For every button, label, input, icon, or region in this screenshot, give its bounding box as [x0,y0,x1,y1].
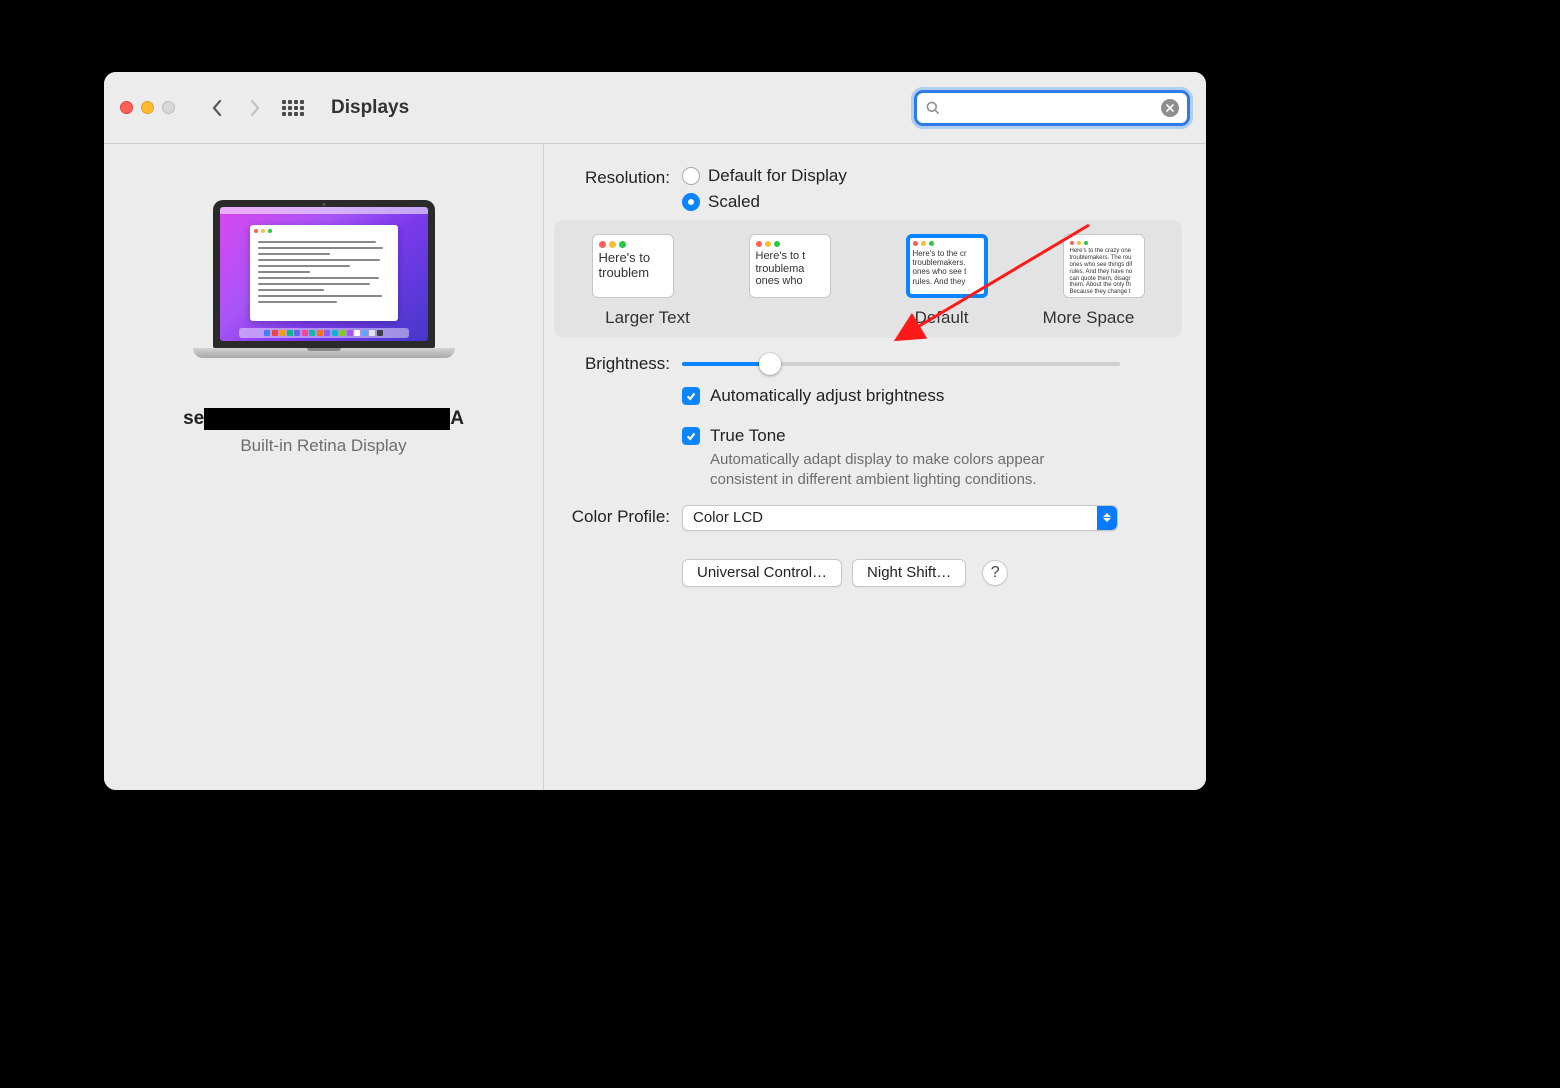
zoom-window-button[interactable] [162,101,175,114]
night-shift-button[interactable]: Night Shift… [852,559,966,587]
laptop-preview-image [193,200,455,372]
scale-option-larger-text[interactable]: Here's to troublem [592,234,674,298]
display-preview-sidebar: seA Built-in Retina Display [104,144,544,790]
brightness-slider[interactable] [682,362,1120,366]
checkbox-label: True Tone [710,426,1110,446]
grid-icon [282,100,304,116]
clear-search-button[interactable] [1161,99,1179,117]
scale-option-medium[interactable]: Here's to t troublema ones who [749,234,831,298]
resolution-default-radio[interactable]: Default for Display [682,166,1182,186]
chevron-up-down-icon [1097,506,1117,530]
checkbox-icon [682,427,700,445]
back-button[interactable] [203,94,231,122]
window-title: Displays [331,97,409,119]
checkbox-label: Automatically adjust brightness [710,386,944,406]
resolution-label: Resolution: [552,166,682,188]
scale-option-more-space[interactable]: Here's to the crazy one troublemakers. T… [1063,234,1145,298]
minimize-window-button[interactable] [141,101,154,114]
scale-label-larger-text: Larger Text [574,308,721,328]
brightness-row: Brightness: Automatically adjust brightn… [552,352,1182,491]
auto-brightness-checkbox[interactable]: Automatically adjust brightness [682,386,1182,406]
window-body: seA Built-in Retina Display Resolution: … [104,144,1206,790]
device-name: seA [183,408,464,430]
radio-icon [682,193,700,211]
search-input[interactable] [947,99,1155,116]
true-tone-description: Automatically adapt display to make colo… [710,450,1110,491]
resolution-scale-panel: Here's to troublem Here's to t troublema… [554,220,1182,338]
radio-icon [682,167,700,185]
search-field-wrap [914,90,1190,126]
window-traffic-lights [120,101,175,114]
close-icon [1166,104,1174,112]
device-subtitle: Built-in Retina Display [240,436,406,456]
checkbox-icon [682,387,700,405]
resolution-scaled-radio[interactable]: Scaled [682,192,1182,212]
color-profile-row: Color Profile: Color LCD [552,505,1182,531]
window-toolbar: Displays [104,72,1206,144]
select-value: Color LCD [693,509,763,526]
search-icon [925,100,941,116]
resolution-row: Resolution: Default for Display Scaled [552,166,1182,338]
scale-label-default: Default [868,308,1015,328]
true-tone-checkbox[interactable]: True Tone Automatically adapt display to… [682,426,1182,491]
color-profile-select[interactable]: Color LCD [682,505,1118,531]
slider-thumb-icon [759,353,781,375]
scale-option-default[interactable]: Here's to the cr troublemakers. ones who… [906,234,988,298]
color-profile-label: Color Profile: [552,505,682,527]
radio-label: Scaled [708,192,760,212]
brightness-label: Brightness: [552,352,682,374]
bottom-button-row: Universal Control… Night Shift… ? [682,559,1182,587]
help-button[interactable]: ? [982,560,1008,586]
display-settings-pane: Resolution: Default for Display Scaled [544,144,1206,790]
scale-label-more-space: More Space [1015,308,1162,328]
displays-preferences-window: Displays [104,72,1206,790]
universal-control-button[interactable]: Universal Control… [682,559,842,587]
close-window-button[interactable] [120,101,133,114]
radio-label: Default for Display [708,166,847,186]
forward-button[interactable] [241,94,269,122]
show-all-preferences-button[interactable] [279,94,307,122]
